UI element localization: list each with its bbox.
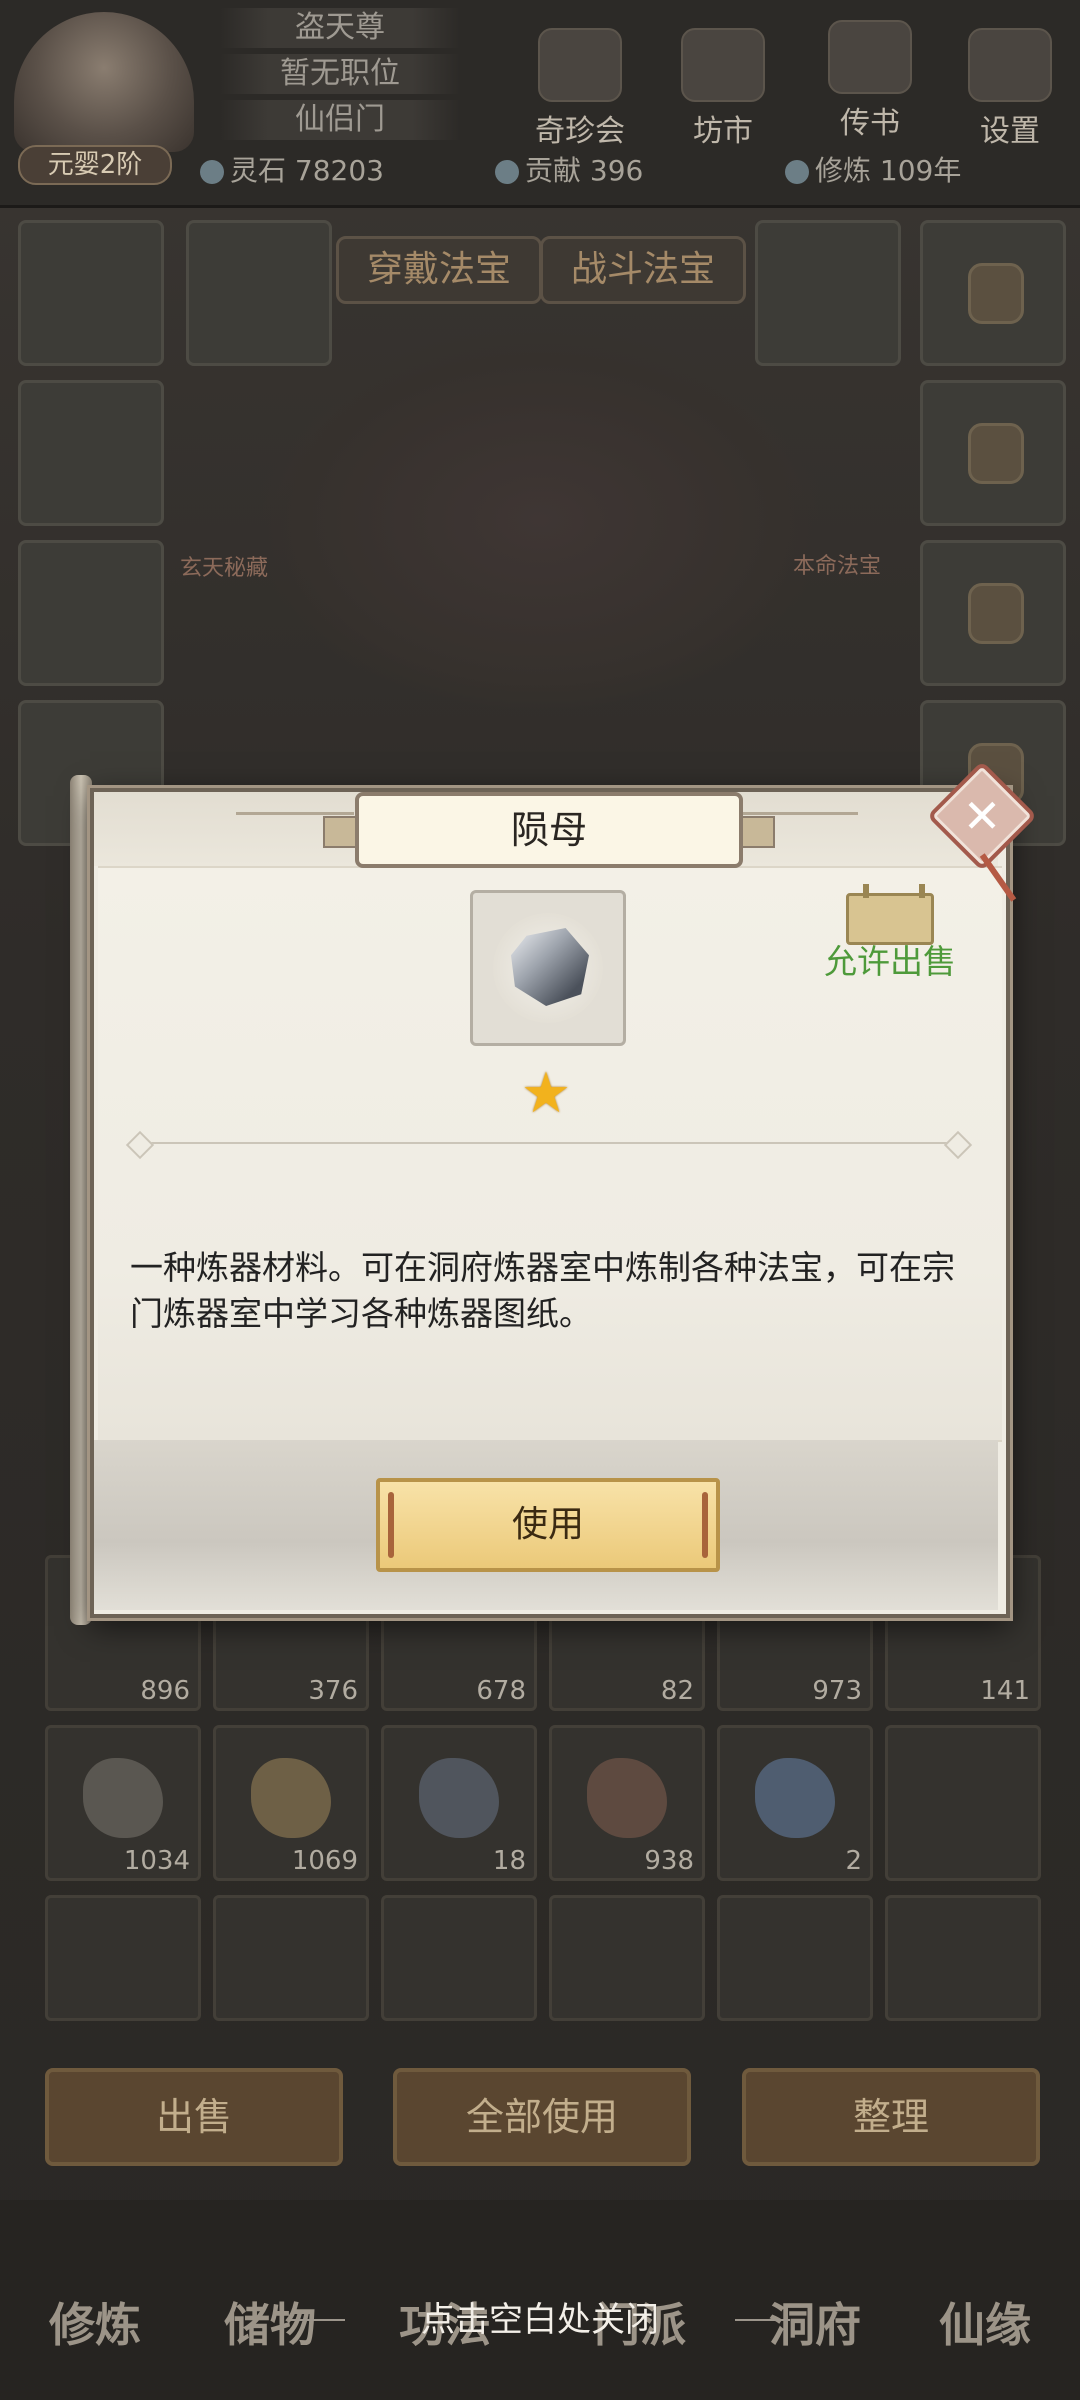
star-rating-icon: ★: [520, 1061, 572, 1126]
tab-battle-treasures[interactable]: 战斗法宝: [540, 236, 746, 304]
nav-cultivate[interactable]: 修炼: [15, 2270, 175, 2380]
title-ornament-right: [738, 812, 858, 815]
mail-button[interactable]: 传书: [815, 20, 925, 141]
gear-icon: [968, 28, 1052, 102]
equip-slot-necklace[interactable]: [18, 220, 164, 366]
ore-icon: [83, 1758, 163, 1838]
equip-slot-robe[interactable]: [18, 380, 164, 526]
locked-slot: [920, 380, 1066, 526]
contribution-value: 贡献 396: [525, 154, 644, 187]
use-button-label: 使用: [511, 1504, 584, 1545]
settings-label: 设置: [980, 114, 1040, 149]
item-icon-frame: [470, 890, 626, 1046]
nav-cultivate-label: 修炼: [49, 2298, 141, 2352]
sell-button[interactable]: 出售: [45, 2068, 343, 2166]
item-count: 2: [845, 1846, 862, 1876]
use-button[interactable]: 使用: [376, 1478, 720, 1572]
inventory-cell-empty[interactable]: [381, 1895, 537, 2021]
nav-fate-label: 仙缘: [939, 2298, 1031, 2352]
item-count: 376: [308, 1676, 358, 1706]
item-count: 896: [140, 1676, 190, 1706]
use-all-button[interactable]: 全部使用: [393, 2068, 691, 2166]
inventory-cell[interactable]: 1069: [213, 1725, 369, 1881]
close-hint[interactable]: 点击空白处关闭: [290, 2296, 790, 2344]
inventory-cell-empty[interactable]: [885, 1725, 1041, 1881]
player-title: 盗天尊: [220, 8, 460, 48]
ore-icon: [755, 1758, 835, 1838]
sellable-icon: [846, 884, 934, 945]
market-icon: [681, 28, 765, 102]
item-description: 一种炼器材料。可在洞府炼器室中炼制各种法宝，可在宗门炼器室中学习各种炼器图纸。: [130, 1248, 955, 1333]
inventory-cell[interactable]: 18: [381, 1725, 537, 1881]
ore-icon: [587, 1758, 667, 1838]
ore-icon: [419, 1758, 499, 1838]
close-icon: ✕: [962, 789, 1002, 843]
treasure-fair-button[interactable]: 奇珍会: [525, 28, 635, 149]
inventory-cell[interactable]: 1034: [45, 1725, 201, 1881]
hidden-treasure-label[interactable]: 玄天秘藏: [180, 550, 268, 582]
ore-icon: [251, 1758, 331, 1838]
market-button[interactable]: 坊市: [668, 28, 778, 149]
inventory-cell-empty[interactable]: [549, 1895, 705, 2021]
inventory-cell-empty[interactable]: [45, 1895, 201, 2021]
tab-worn-treasures[interactable]: 穿戴法宝: [336, 236, 542, 304]
player-position: 暂无职位: [220, 54, 460, 94]
scroll-rod-decoration: [70, 775, 92, 1625]
settings-button[interactable]: 设置: [955, 28, 1065, 149]
treasure-fair-label: 奇珍会: [535, 114, 625, 149]
natal-treasure-label[interactable]: 本命法宝: [793, 548, 881, 580]
spirit-stone-icon: [200, 160, 224, 184]
sellable-label: 允许出售: [824, 942, 956, 981]
treasure-fair-icon: [538, 28, 622, 102]
equip-slot-glove[interactable]: [18, 540, 164, 686]
item-count: 973: [812, 1676, 862, 1706]
locked-slot: [920, 540, 1066, 686]
mail-icon: [828, 20, 912, 94]
inventory-cell[interactable]: 2: [717, 1725, 873, 1881]
modal-title: 陨母: [323, 792, 775, 868]
item-count: 678: [476, 1676, 526, 1706]
spirit-stone-value: 灵石 78203: [230, 154, 384, 187]
inventory-cell[interactable]: 938: [549, 1725, 705, 1881]
contribution-counter: 贡献 396: [495, 150, 643, 192]
inventory-cell-empty[interactable]: [717, 1895, 873, 2021]
cultivation-counter: 修炼 109年: [785, 150, 961, 192]
realm-badge: 元婴2阶: [18, 145, 172, 185]
item-count: 1034: [123, 1846, 190, 1876]
sort-button[interactable]: 整理: [742, 2068, 1040, 2166]
cultivation-value: 修炼 109年: [815, 154, 962, 187]
mail-label: 传书: [840, 106, 900, 141]
player-sect: 仙侣门: [220, 100, 460, 140]
character-figure: [260, 330, 820, 710]
item-count: 141: [980, 1676, 1030, 1706]
divider: [130, 1142, 965, 1144]
market-label: 坊市: [693, 114, 753, 149]
item-count: 1069: [291, 1846, 358, 1876]
inventory-cell-empty[interactable]: [213, 1895, 369, 2021]
contribution-icon: [495, 160, 519, 184]
title-ornament-left: [236, 812, 354, 815]
item-count: 18: [492, 1846, 526, 1876]
locked-slot: [920, 220, 1066, 366]
inventory-cell-empty[interactable]: [885, 1895, 1041, 2021]
nav-fate[interactable]: 仙缘: [905, 2270, 1065, 2380]
item-count: 82: [660, 1676, 694, 1706]
spirit-stone-counter: 灵石 78203: [200, 150, 384, 192]
item-count: 938: [644, 1846, 694, 1876]
cultivation-icon: [785, 160, 809, 184]
